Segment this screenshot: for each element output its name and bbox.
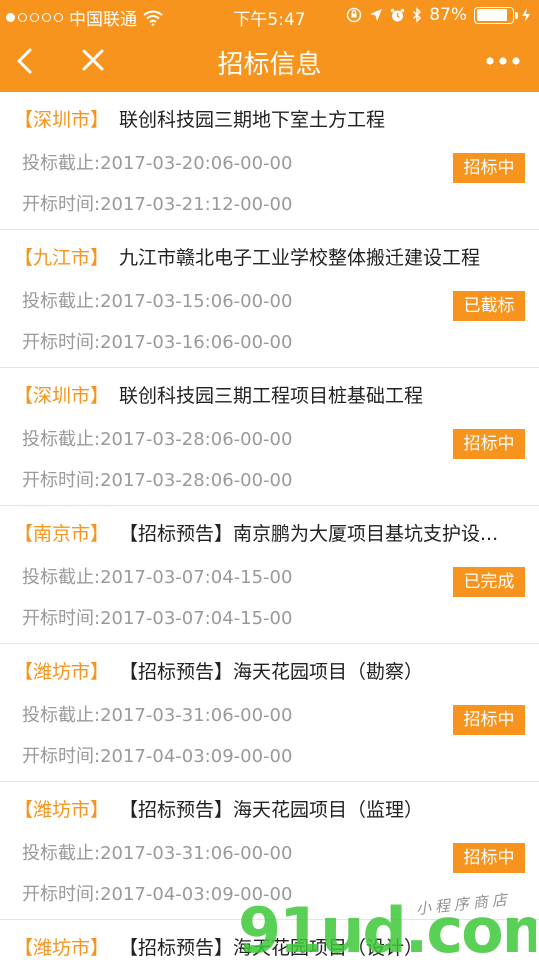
item-title: 【潍坊市】 【招标预告】海天花园项目（监理）: [14, 794, 514, 822]
bid-deadline: 投标截止:2017-03-07:04-15-00: [22, 567, 293, 588]
status-badge: 招标中: [453, 429, 525, 459]
bid-deadline: 投标截止:2017-03-28:06-00-00: [22, 429, 293, 450]
navigation-bar: 招标信息: [0, 30, 539, 92]
status-badge: 招标中: [453, 153, 525, 183]
list-item[interactable]: 【深圳市】 联创科技园三期地下室土方工程 投标截止:2017-03-20:06-…: [0, 92, 539, 230]
city-tag: 【九江市】: [14, 246, 110, 269]
top-bar: 中国联通 下午5:47 87% 招标信息: [0, 0, 539, 92]
opening-time: 开标时间:2017-03-07:04-15-00: [22, 608, 293, 629]
orientation-lock-icon: [346, 7, 362, 23]
opening-time: 开标时间:2017-03-16:06-00-00: [22, 332, 293, 353]
project-name: 【招标预告】南京鹏为大厦项目基坑支护设...: [119, 522, 499, 545]
city-tag: 【潍坊市】: [14, 798, 110, 821]
status-right: 87%: [346, 5, 531, 25]
status-badge: 招标中: [453, 705, 525, 735]
status-badge: 招标中: [453, 843, 525, 873]
more-dots-icon[interactable]: [483, 44, 523, 78]
tender-list: 【深圳市】 联创科技园三期地下室土方工程 投标截止:2017-03-20:06-…: [0, 92, 539, 960]
list-item[interactable]: 【潍坊市】 【招标预告】海天花园项目（监理） 投标截止:2017-03-31:0…: [0, 782, 539, 920]
opening-time: 开标时间:2017-04-03:09-00-00: [22, 746, 293, 767]
battery-percentage: 87%: [429, 5, 467, 25]
item-title: 【南京市】 【招标预告】南京鹏为大厦项目基坑支护设...: [14, 518, 514, 546]
charging-bolt-icon: [522, 8, 530, 22]
project-name: 【招标预告】海天花园项目（设计）: [119, 936, 424, 959]
bid-deadline: 投标截止:2017-03-15:06-00-00: [22, 291, 293, 312]
item-title: 【潍坊市】 【招标预告】海天花园项目（设计）: [14, 932, 514, 960]
list-item[interactable]: 【潍坊市】 【招标预告】海天花园项目（设计）: [0, 920, 539, 960]
location-arrow-icon: [370, 9, 383, 21]
status-bar: 中国联通 下午5:47 87%: [0, 0, 539, 30]
bid-deadline: 投标截止:2017-03-31:06-00-00: [22, 705, 293, 726]
list-item[interactable]: 【九江市】 九江市赣北电子工业学校整体搬迁建设工程 投标截止:2017-03-1…: [0, 230, 539, 368]
item-title: 【九江市】 九江市赣北电子工业学校整体搬迁建设工程: [14, 242, 514, 270]
item-title: 【深圳市】 联创科技园三期工程项目桩基础工程: [14, 380, 514, 408]
project-name: 【招标预告】海天花园项目（勘察）: [119, 660, 424, 683]
city-tag: 【潍坊市】: [14, 936, 110, 959]
project-name: 联创科技园三期地下室土方工程: [119, 108, 386, 131]
city-tag: 【潍坊市】: [14, 660, 110, 683]
bluetooth-icon: [413, 7, 422, 23]
opening-time: 开标时间:2017-03-21:12-00-00: [22, 194, 293, 215]
item-title: 【深圳市】 联创科技园三期地下室土方工程: [14, 104, 514, 132]
city-tag: 【深圳市】: [14, 108, 110, 131]
city-tag: 【深圳市】: [14, 384, 110, 407]
status-badge: 已完成: [453, 567, 525, 597]
battery-icon: [474, 6, 518, 24]
status-badge: 已截标: [453, 291, 525, 321]
bid-deadline: 投标截止:2017-03-31:06-00-00: [22, 843, 293, 864]
project-name: 九江市赣北电子工业学校整体搬迁建设工程: [119, 246, 481, 269]
alarm-clock-icon: [390, 8, 405, 21]
list-item[interactable]: 【潍坊市】 【招标预告】海天花园项目（勘察） 投标截止:2017-03-31:0…: [0, 644, 539, 782]
opening-time: 开标时间:2017-03-28:06-00-00: [22, 470, 293, 491]
page-title: 招标信息: [217, 50, 322, 80]
list-item[interactable]: 【深圳市】 联创科技园三期工程项目桩基础工程 投标截止:2017-03-28:0…: [0, 368, 539, 506]
project-name: 【招标预告】海天花园项目（监理）: [119, 798, 424, 821]
bid-deadline: 投标截止:2017-03-20:06-00-00: [22, 153, 293, 174]
list-item[interactable]: 【南京市】 【招标预告】南京鹏为大厦项目基坑支护设... 投标截止:2017-0…: [0, 506, 539, 644]
project-name: 联创科技园三期工程项目桩基础工程: [119, 384, 424, 407]
city-tag: 【南京市】: [14, 522, 110, 545]
item-title: 【潍坊市】 【招标预告】海天花园项目（勘察）: [14, 656, 514, 684]
opening-time: 开标时间:2017-04-03:09-00-00: [22, 884, 293, 905]
